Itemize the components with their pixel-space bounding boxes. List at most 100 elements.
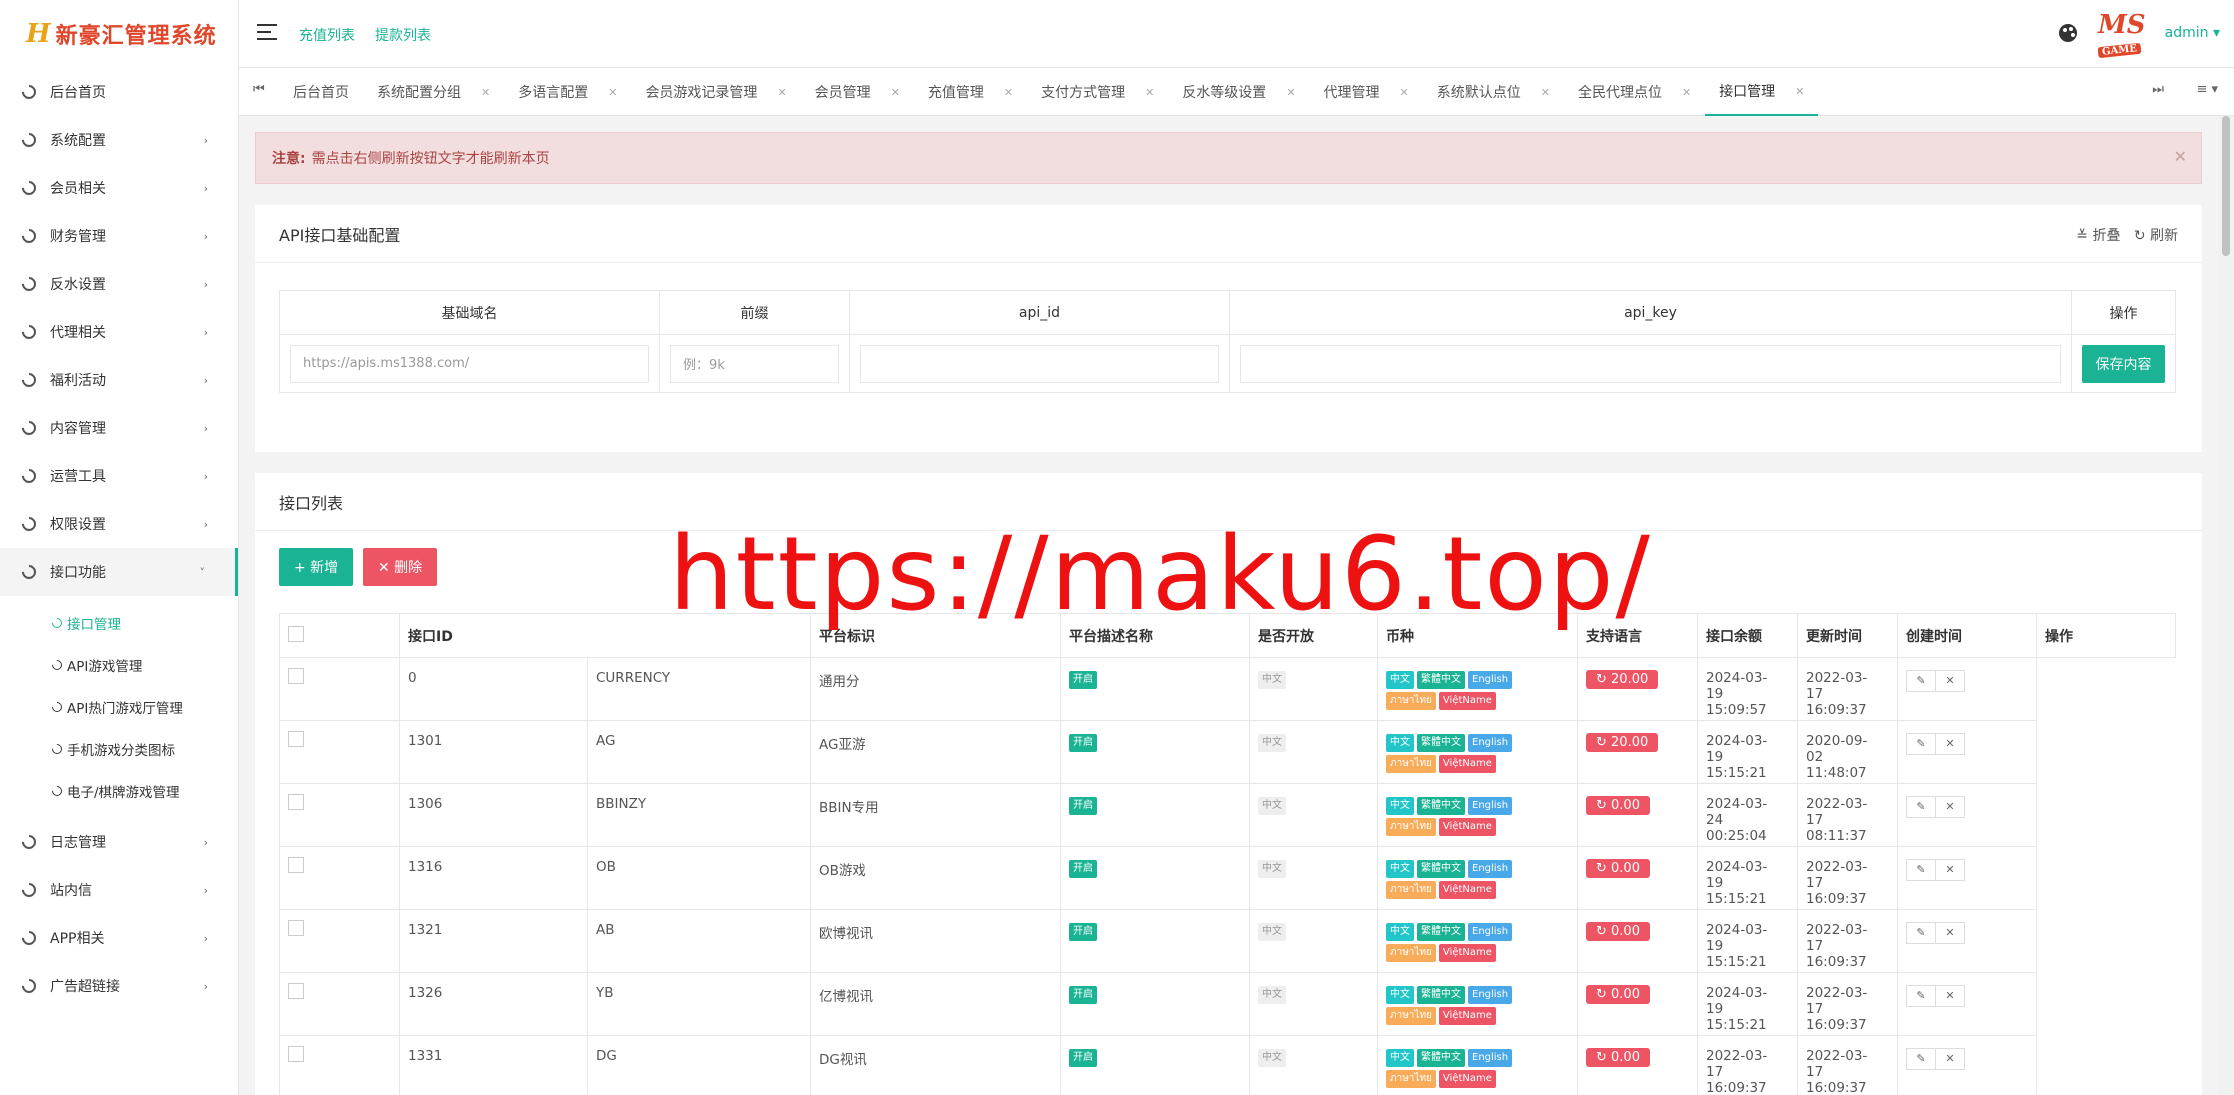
row-checkbox[interactable]	[288, 1046, 304, 1062]
close-icon[interactable]: ✕	[1286, 86, 1295, 99]
balance-refresh-button[interactable]: ↻ 20.00	[1586, 733, 1659, 752]
close-icon[interactable]: ✕	[608, 86, 617, 99]
tab-item[interactable]: 代理管理 ✕	[1310, 68, 1423, 116]
balance-refresh-button[interactable]: ↻ 0.00	[1586, 859, 1650, 878]
sidebar-item[interactable]: 内容管理 ›	[0, 404, 238, 452]
table-row[interactable]: 1306 BBINZY BBIN专用 开启 中文 中文 繁體中文 English ภาษาไทย…	[279, 783, 2176, 847]
tab-item[interactable]: 接口管理 ✕	[1705, 68, 1819, 116]
tab-item[interactable]: 系统配置分组 ✕	[363, 68, 504, 116]
table-row[interactable]: 1331 DG DG视讯 开启 中文 中文 繁體中文 English ภาษาไทย ViệtNa…	[279, 1035, 2176, 1095]
sidebar-item[interactable]: 权限设置 ›	[0, 500, 238, 548]
close-icon[interactable]: ✕	[1541, 86, 1550, 99]
edit-icon[interactable]: ✎	[1906, 1048, 1936, 1070]
user-menu[interactable]: admin ▾	[2165, 25, 2220, 41]
table-row[interactable]: 1321 AB 欧博视讯 开启 中文 中文 繁體中文 English ภาษาไทย ViệtNa…	[279, 909, 2176, 973]
sidebar-item[interactable]: 站内信 ›	[0, 866, 238, 914]
table-row[interactable]: 1301 AG AG亚游 开启 中文 中文 繁體中文 English ภาษาไทย ViệtNa…	[279, 720, 2176, 784]
sidebar-item[interactable]: 反水设置 ›	[0, 260, 238, 308]
row-checkbox[interactable]	[288, 983, 304, 999]
tab-scroll-left-icon[interactable]: ⏮	[253, 82, 265, 97]
sidebar-item[interactable]: 日志管理 ›	[0, 818, 238, 866]
avatar[interactable]: MS GAME	[2097, 12, 2150, 59]
close-icon[interactable]: ✕	[1682, 86, 1691, 99]
refresh-button[interactable]: ↻ 刷新	[2134, 228, 2178, 244]
balance-refresh-button[interactable]: ↻ 20.00	[1586, 670, 1659, 689]
row-checkbox[interactable]	[288, 731, 304, 747]
sidebar-item[interactable]: 后台首页	[0, 68, 238, 116]
balance-refresh-button[interactable]: ↻ 0.00	[1586, 1048, 1650, 1067]
collapse-button[interactable]: ≚ 折叠	[2076, 228, 2120, 244]
tab-scroll-right-icon[interactable]: ⏭	[2152, 82, 2164, 97]
edit-icon[interactable]: ✎	[1906, 922, 1936, 944]
table-row[interactable]: 0 CURRENCY 通用分 开启 中文 中文 繁體中文 English ภาษาไทย Việt…	[279, 657, 2176, 721]
save-button[interactable]: 保存内容	[2082, 344, 2165, 383]
close-icon[interactable]: ✕	[1145, 86, 1154, 99]
sidebar-item[interactable]: 财务管理 ›	[0, 212, 238, 260]
tab-item[interactable]: 多语言配置 ✕	[504, 68, 631, 116]
delete-icon[interactable]: ✕	[1935, 859, 1965, 881]
sidebar-subitem[interactable]: API热门游戏厅管理	[0, 686, 238, 728]
prefix-input[interactable]: 例：9k	[670, 344, 839, 383]
row-checkbox[interactable]	[288, 857, 304, 873]
withdraw-list-link[interactable]: 提款列表	[375, 25, 431, 45]
tab-item[interactable]: 会员游戏记录管理 ✕	[631, 68, 800, 116]
tab-options-icon[interactable]: ≡ ▾	[2196, 82, 2218, 97]
sidebar-item[interactable]: 广告超链接 ›	[0, 962, 238, 1010]
theme-palette-icon[interactable]	[2059, 24, 2077, 42]
menu-toggle-icon[interactable]	[257, 24, 277, 40]
edit-icon[interactable]: ✎	[1906, 796, 1936, 818]
add-button[interactable]: + 新增	[279, 548, 354, 586]
app-logo[interactable]: H 新豪汇管理系统	[0, 0, 238, 68]
tab-item[interactable]: 充值管理 ✕	[914, 68, 1027, 116]
table-row[interactable]: 1326 YB 亿博视讯 开启 中文 中文 繁體中文 English ภาษาไทย ViệtNa…	[279, 972, 2176, 1036]
recharge-list-link[interactable]: 充值列表	[299, 25, 355, 45]
sidebar-item[interactable]: 接口功能 ˅	[0, 548, 238, 596]
sidebar-item[interactable]: 代理相关 ›	[0, 308, 238, 356]
sidebar-item[interactable]: 系统配置 ›	[0, 116, 238, 164]
domain-input[interactable]: https://apis.ms1388.com/	[290, 344, 649, 383]
sidebar-item[interactable]: APP相关 ›	[0, 914, 238, 962]
delete-icon[interactable]: ✕	[1935, 796, 1965, 818]
page-scrollbar[interactable]	[2218, 116, 2234, 1095]
close-icon[interactable]: ✕	[1004, 86, 1013, 99]
row-checkbox[interactable]	[288, 920, 304, 936]
balance-refresh-button[interactable]: ↻ 0.00	[1586, 922, 1650, 941]
close-icon[interactable]: ✕	[481, 86, 490, 99]
close-icon[interactable]: ✕	[2174, 147, 2187, 166]
table-row[interactable]: 1316 OB OB游戏 开启 中文 中文 繁體中文 English ภาษาไทย ViệtNa…	[279, 846, 2176, 910]
close-icon[interactable]: ✕	[891, 86, 900, 99]
tab-item[interactable]: 会员管理 ✕	[801, 68, 914, 116]
delete-icon[interactable]: ✕	[1935, 922, 1965, 944]
delete-icon[interactable]: ✕	[1935, 670, 1965, 692]
balance-refresh-button[interactable]: ↻ 0.00	[1586, 796, 1650, 815]
tab-item[interactable]: 支付方式管理 ✕	[1027, 68, 1168, 116]
api-key-input[interactable]	[1240, 344, 2061, 383]
tab-item[interactable]: 系统默认点位 ✕	[1423, 68, 1564, 116]
delete-icon[interactable]: ✕	[1935, 1048, 1965, 1070]
close-icon[interactable]: ✕	[1400, 86, 1409, 99]
row-checkbox[interactable]	[288, 668, 304, 684]
tab-item[interactable]: 反水等级设置 ✕	[1168, 68, 1309, 116]
sidebar-item[interactable]: 福利活动 ›	[0, 356, 238, 404]
select-all-checkbox[interactable]	[288, 625, 304, 642]
close-icon[interactable]: ✕	[1795, 85, 1804, 98]
sidebar-subitem[interactable]: 电子/棋牌游戏管理	[0, 770, 238, 812]
delete-button[interactable]: ✕ 删除	[363, 548, 438, 586]
sidebar-item[interactable]: 会员相关 ›	[0, 164, 238, 212]
api-id-input[interactable]	[860, 344, 1219, 383]
sidebar-item[interactable]: 运营工具 ›	[0, 452, 238, 500]
delete-icon[interactable]: ✕	[1935, 733, 1965, 755]
row-checkbox[interactable]	[288, 794, 304, 810]
delete-icon[interactable]: ✕	[1935, 985, 1965, 1007]
edit-icon[interactable]: ✎	[1906, 859, 1936, 881]
edit-icon[interactable]: ✎	[1906, 670, 1936, 692]
balance-refresh-button[interactable]: ↻ 0.00	[1586, 985, 1650, 1004]
edit-icon[interactable]: ✎	[1906, 985, 1936, 1007]
sidebar-subitem[interactable]: API游戏管理	[0, 644, 238, 686]
close-icon[interactable]: ✕	[777, 86, 786, 99]
edit-icon[interactable]: ✎	[1906, 733, 1936, 755]
sidebar-subitem[interactable]: 手机游戏分类图标	[0, 728, 238, 770]
tab-item[interactable]: 后台首页	[279, 68, 363, 116]
sidebar-subitem[interactable]: 接口管理	[0, 602, 238, 644]
tab-item[interactable]: 全民代理点位 ✕	[1564, 68, 1705, 116]
